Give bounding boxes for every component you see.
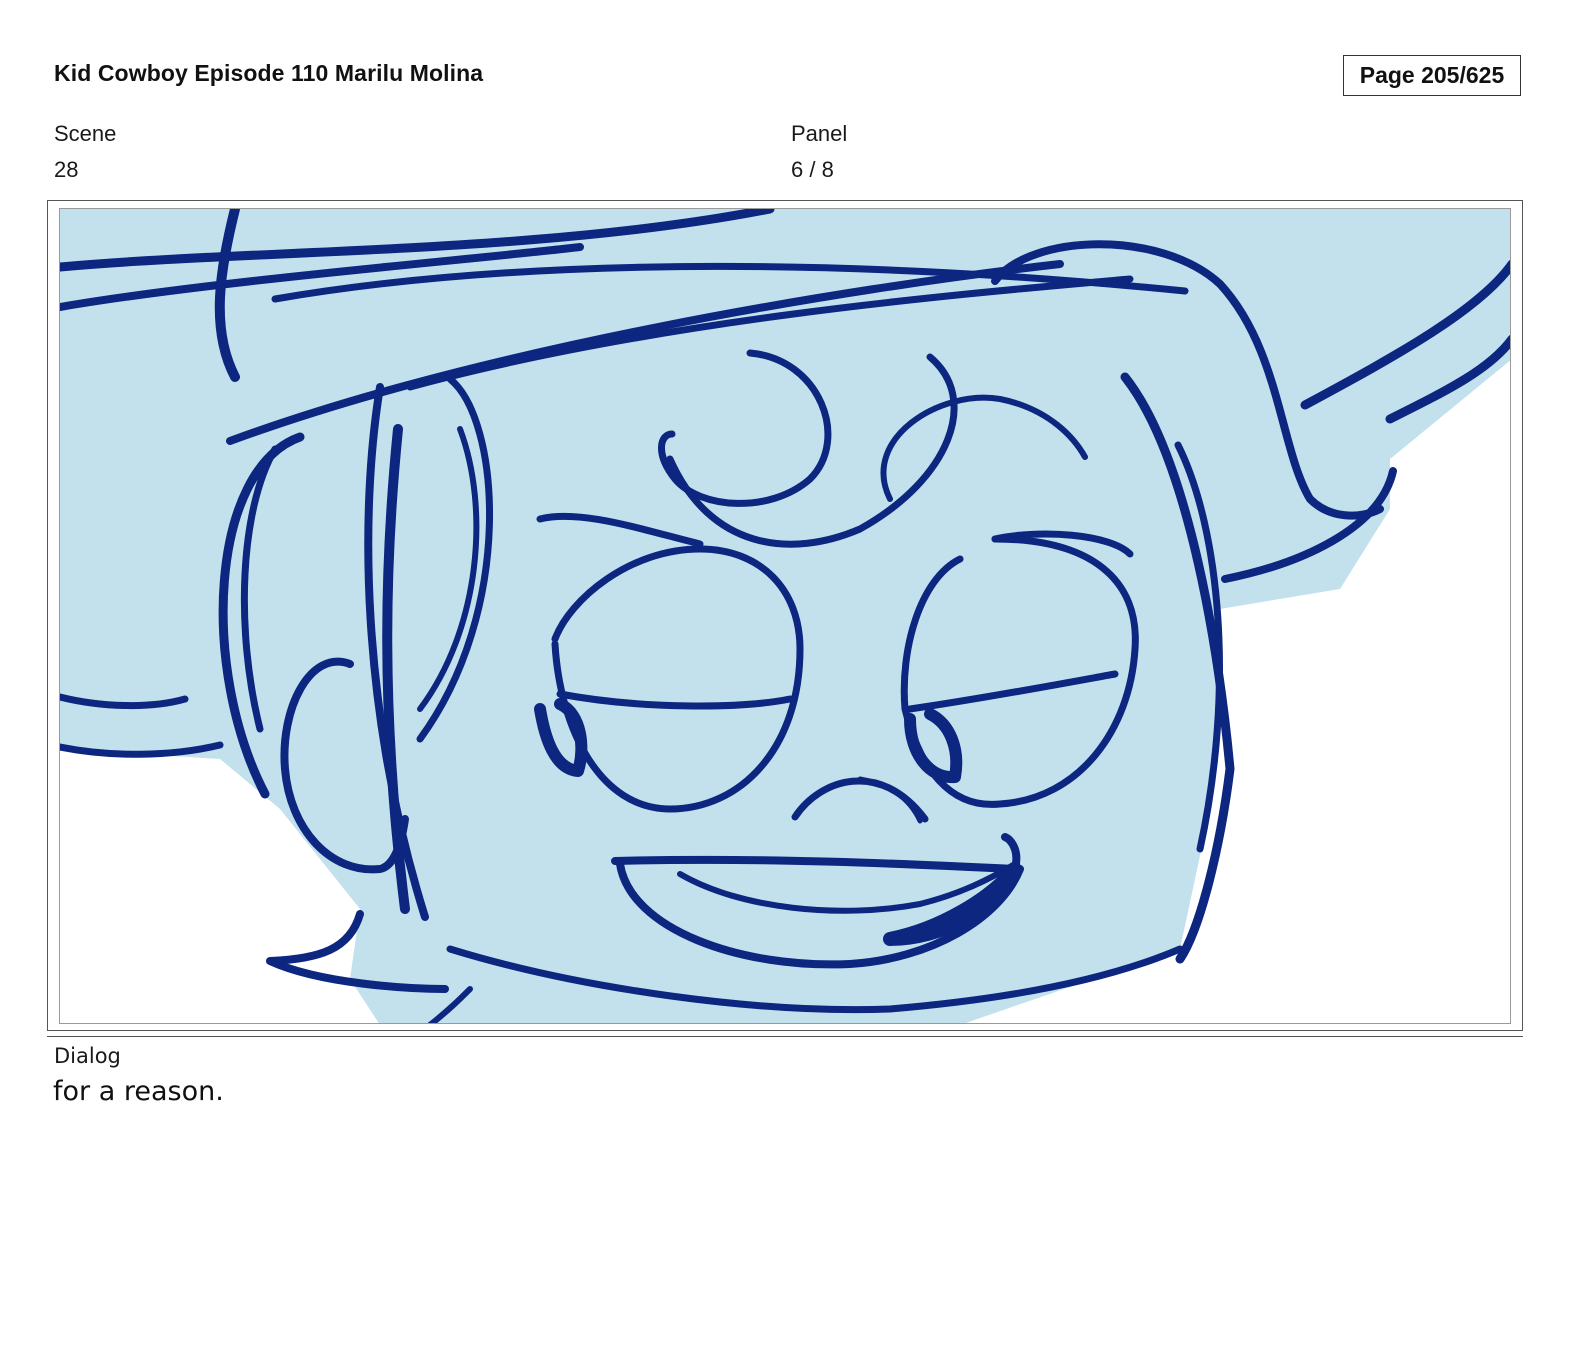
- panel-label: Panel: [791, 121, 848, 146]
- sketch-drawing: [60, 209, 1510, 1023]
- storyboard-panel-image: [59, 208, 1511, 1024]
- dialog-label: Dialog: [54, 1044, 121, 1068]
- dialog-divider: [47, 1036, 1523, 1037]
- dialog-text: for a reason.: [53, 1076, 224, 1107]
- sketch-fill-shapes: [60, 209, 1510, 1023]
- scene-label: Scene: [54, 121, 117, 146]
- page-number-badge: Page 205/625: [1343, 55, 1521, 96]
- scene-value: 28: [54, 157, 79, 182]
- document-title: Kid Cowboy Episode 110 Marilu Molina: [54, 60, 484, 86]
- panel-value: 6 / 8: [791, 157, 834, 182]
